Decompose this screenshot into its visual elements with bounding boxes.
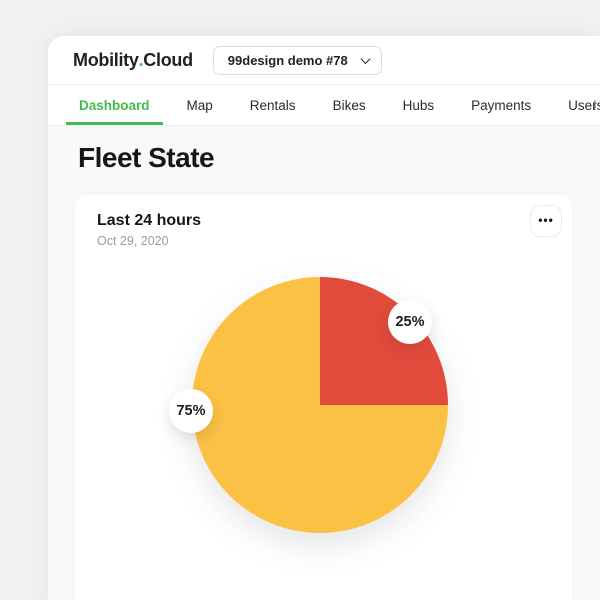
card-title: Last 24 hours bbox=[97, 212, 202, 229]
fleet-state-card: Last 24 hours Oct 29, 2020 ••• 25% 75% bbox=[75, 195, 572, 600]
pie-label-25-text: 25% bbox=[395, 314, 425, 330]
tab-rentals[interactable]: Rentals bbox=[237, 85, 309, 125]
tab-payments[interactable]: Payments bbox=[458, 85, 544, 125]
workspace-selector[interactable]: 99design demo #78 bbox=[212, 45, 382, 75]
app-logo[interactable]: Mobility.Cloud bbox=[73, 50, 193, 71]
content-area: Fleet State Last 24 hours Oct 29, 2020 •… bbox=[48, 126, 600, 600]
pie-label-75-text: 75% bbox=[176, 403, 206, 419]
app-header: Mobility.Cloud 99design demo #78 bbox=[48, 36, 600, 85]
page-title: Fleet State bbox=[78, 142, 215, 173]
tab-partial-clipped[interactable]: I bbox=[593, 85, 597, 125]
tab-map[interactable]: Map bbox=[174, 85, 226, 125]
logo-part-2: Cloud bbox=[143, 49, 193, 70]
red-segment[interactable] bbox=[320, 277, 448, 405]
screen: Mobility.Cloud 99design demo #78 Dashboa… bbox=[0, 0, 600, 600]
chevron-down-icon bbox=[360, 53, 371, 64]
tab-bikes[interactable]: Bikes bbox=[320, 85, 379, 125]
card-menu-button[interactable]: ••• bbox=[530, 205, 562, 237]
workspace-selector-value: 99design demo #78 bbox=[227, 52, 348, 68]
pie-label-badge-25: 25% bbox=[388, 300, 432, 344]
tab-hubs[interactable]: Hubs bbox=[390, 85, 448, 125]
ellipsis-icon: ••• bbox=[538, 213, 554, 227]
pie-label-badge-75: 75% bbox=[169, 389, 213, 433]
logo-part-1: Mobility bbox=[73, 49, 139, 70]
main-nav: Dashboard Map Rentals Bikes Hubs Payment… bbox=[48, 85, 600, 126]
tab-dashboard[interactable]: Dashboard bbox=[66, 85, 163, 125]
card-date: Oct 29, 2020 bbox=[97, 234, 169, 248]
app-panel: Mobility.Cloud 99design demo #78 Dashboa… bbox=[48, 36, 600, 600]
